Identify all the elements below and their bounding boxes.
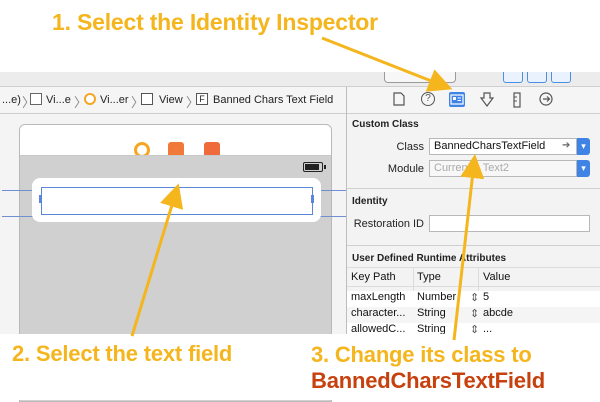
- annotation-step-1: 1. Select the Identity Inspector: [52, 9, 378, 35]
- annotation-step-2: 2. Select the text field: [12, 341, 233, 366]
- annotation-step-3-class: BannedCharsTextField: [311, 368, 545, 393]
- annotation-arrows: [130, 36, 485, 341]
- annotation-step-3: 3. Change its class to BannedCharsTextFi…: [311, 342, 545, 394]
- annotation-step-3-text: 3. Change its class to: [311, 342, 532, 367]
- arrow-to-text-field: [130, 183, 184, 337]
- arrow-to-identity-inspector: [321, 36, 453, 92]
- arrow-to-class-field: [452, 154, 485, 341]
